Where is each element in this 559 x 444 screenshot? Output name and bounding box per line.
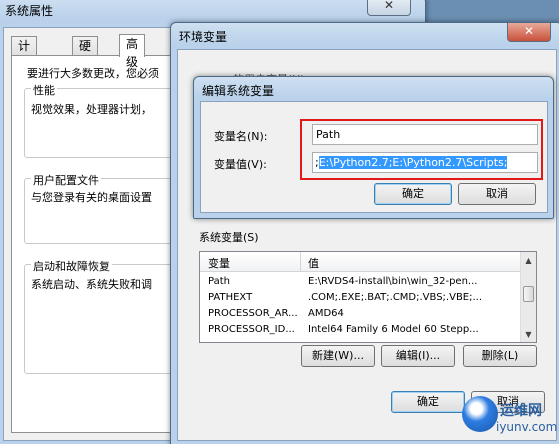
variable-name-label: 变量名(N):: [214, 130, 268, 143]
startup-recovery-label: 启动和故障恢复: [31, 258, 112, 274]
table-row[interactable]: PATHEXT .COM;.EXE;.BAT;.CMD;.VBS;.VBE;..…: [200, 291, 536, 306]
delete-variable-button[interactable]: 删除(L): [463, 345, 537, 367]
scroll-thumb[interactable]: [523, 286, 534, 302]
highlight-box: [300, 119, 543, 180]
column-value[interactable]: 值: [308, 255, 319, 271]
tab-advanced[interactable]: 高级: [119, 34, 146, 69]
close-button[interactable]: ✕: [367, 0, 411, 16]
watermark-url: iyunv.com: [496, 420, 558, 434]
scroll-down-icon[interactable]: ▼: [523, 329, 534, 340]
system-variables-label: 系统变量(S): [199, 231, 259, 244]
table-row[interactable]: PROCESSOR_ID... Intel64 Family 6 Model 6…: [200, 323, 536, 338]
row-value: Intel64 Family 6 Model 60 Stepp...: [308, 324, 479, 335]
startup-recovery-desc: 系统启动、系统失败和调: [31, 278, 152, 291]
tab-hardware[interactable]: 硬件: [72, 36, 99, 71]
system-variables-list[interactable]: 变量 值 Path E:\RVDS4-install\bin\win_32-pe…: [199, 251, 537, 343]
table-row[interactable]: Path E:\RVDS4-install\bin\win_32-pen...: [200, 275, 536, 290]
vertical-scrollbar[interactable]: ▲ ▼: [520, 252, 536, 342]
close-button[interactable]: ✕: [507, 23, 551, 42]
new-variable-button[interactable]: 新建(W)...: [301, 345, 375, 367]
ok-button[interactable]: 确定: [391, 391, 465, 413]
watermark-title: 运维网: [500, 403, 542, 419]
performance-desc: 视觉效果，处理器计划，: [31, 103, 152, 116]
row-name: Path: [208, 276, 230, 287]
row-name: PROCESSOR_ID...: [208, 324, 295, 335]
row-value: AMD64: [308, 308, 344, 319]
admin-note: 要进行大多数更改，您必须: [27, 67, 159, 80]
dialog-title: 编辑系统变量: [202, 84, 275, 98]
row-name: PROCESSOR_AR...: [208, 308, 298, 319]
window-title: 环境变量: [179, 30, 228, 44]
ok-button[interactable]: 确定: [374, 183, 452, 205]
edit-system-variable-dialog: 编辑系统变量 变量名(N): Path 变量值(V): ;E:\Python2.…: [193, 76, 554, 219]
column-variable[interactable]: 变量: [208, 255, 230, 271]
tab-computer-name[interactable]: 计算机名: [11, 36, 38, 107]
cancel-button[interactable]: 取消: [458, 183, 536, 205]
edit-variable-button[interactable]: 编辑(I)...: [381, 345, 455, 367]
scroll-up-icon[interactable]: ▲: [523, 255, 534, 266]
performance-label: 性能: [31, 82, 57, 98]
close-icon: ✕: [523, 24, 535, 38]
row-value: E:\RVDS4-install\bin\win_32-pen...: [308, 276, 478, 287]
window-title: 系统属性: [5, 4, 54, 18]
watermark-logo-icon: [462, 396, 498, 432]
site-watermark: 运维网 iyunv.com: [462, 392, 559, 444]
row-name: PATHEXT: [208, 292, 253, 303]
user-profiles-label: 用户配置文件: [31, 172, 101, 188]
row-value: .COM;.EXE;.BAT;.CMD;.VBS;.VBE;...: [308, 292, 483, 303]
list-header: 变量 值: [200, 252, 536, 272]
user-profiles-desc: 与您登录有关的桌面设置: [31, 191, 152, 204]
table-row[interactable]: PROCESSOR_AR... AMD64: [200, 307, 536, 322]
variable-value-label: 变量值(V):: [214, 158, 267, 171]
close-icon: ✕: [383, 0, 395, 12]
